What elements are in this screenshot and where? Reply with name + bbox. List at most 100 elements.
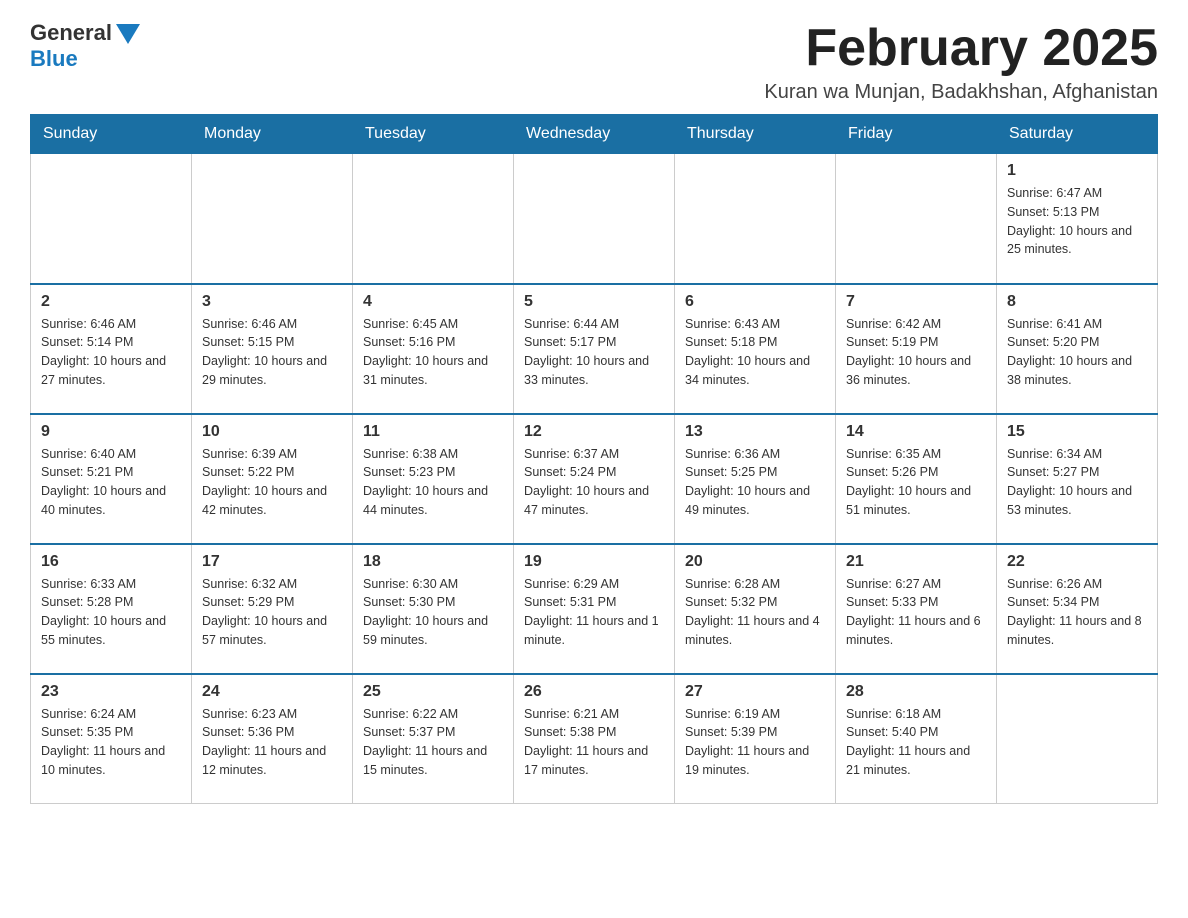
logo-blue: Blue (30, 46, 78, 72)
calendar-day-cell: 15 Sunrise: 6:34 AMSunset: 5:27 PMDayligh… (997, 414, 1158, 544)
day-number: 6 (685, 293, 825, 311)
day-number: 13 (685, 423, 825, 441)
calendar-day-cell: 20 Sunrise: 6:28 AMSunset: 5:32 PMDayligh… (675, 544, 836, 674)
day-info: Sunrise: 6:30 AMSunset: 5:30 PMDaylight:… (363, 575, 503, 650)
day-number: 28 (846, 683, 986, 701)
day-number: 3 (202, 293, 342, 311)
day-number: 16 (41, 553, 181, 571)
calendar-week-row: 23 Sunrise: 6:24 AMSunset: 5:35 PMDayligh… (31, 674, 1158, 804)
day-number: 17 (202, 553, 342, 571)
day-info: Sunrise: 6:19 AMSunset: 5:39 PMDaylight:… (685, 705, 825, 780)
day-number: 1 (1007, 162, 1147, 180)
day-number: 4 (363, 293, 503, 311)
header-saturday: Saturday (997, 115, 1158, 154)
header-friday: Friday (836, 115, 997, 154)
page-header: General Blue February 2025 Kuran wa Munj… (30, 20, 1158, 104)
day-number: 22 (1007, 553, 1147, 571)
day-number: 26 (524, 683, 664, 701)
calendar-week-row: 2 Sunrise: 6:46 AMSunset: 5:14 PMDaylight… (31, 284, 1158, 414)
calendar-day-cell (675, 154, 836, 284)
calendar-day-cell: 10 Sunrise: 6:39 AMSunset: 5:22 PMDayligh… (192, 414, 353, 544)
calendar-table: Sunday Monday Tuesday Wednesday Thursday… (30, 114, 1158, 804)
calendar-day-cell: 27 Sunrise: 6:19 AMSunset: 5:39 PMDayligh… (675, 674, 836, 804)
day-info: Sunrise: 6:33 AMSunset: 5:28 PMDaylight:… (41, 575, 181, 650)
day-number: 23 (41, 683, 181, 701)
calendar-day-cell (514, 154, 675, 284)
day-number: 10 (202, 423, 342, 441)
calendar-day-cell: 1 Sunrise: 6:47 AMSunset: 5:13 PMDaylight… (997, 154, 1158, 284)
day-info: Sunrise: 6:18 AMSunset: 5:40 PMDaylight:… (846, 705, 986, 780)
calendar-day-cell: 7 Sunrise: 6:42 AMSunset: 5:19 PMDaylight… (836, 284, 997, 414)
header-thursday: Thursday (675, 115, 836, 154)
calendar-day-cell: 13 Sunrise: 6:36 AMSunset: 5:25 PMDayligh… (675, 414, 836, 544)
calendar-day-cell: 11 Sunrise: 6:38 AMSunset: 5:23 PMDayligh… (353, 414, 514, 544)
day-number: 11 (363, 423, 503, 441)
day-info: Sunrise: 6:32 AMSunset: 5:29 PMDaylight:… (202, 575, 342, 650)
header-wednesday: Wednesday (514, 115, 675, 154)
day-info: Sunrise: 6:37 AMSunset: 5:24 PMDaylight:… (524, 445, 664, 520)
logo-general: General (30, 20, 112, 46)
calendar-week-row: 1 Sunrise: 6:47 AMSunset: 5:13 PMDaylight… (31, 154, 1158, 284)
location-subtitle: Kuran wa Munjan, Badakhshan, Afghanistan (764, 81, 1158, 104)
day-number: 2 (41, 293, 181, 311)
day-number: 9 (41, 423, 181, 441)
calendar-day-cell: 8 Sunrise: 6:41 AMSunset: 5:20 PMDaylight… (997, 284, 1158, 414)
day-number: 8 (1007, 293, 1147, 311)
day-info: Sunrise: 6:24 AMSunset: 5:35 PMDaylight:… (41, 705, 181, 780)
day-info: Sunrise: 6:38 AMSunset: 5:23 PMDaylight:… (363, 445, 503, 520)
day-info: Sunrise: 6:39 AMSunset: 5:22 PMDaylight:… (202, 445, 342, 520)
day-info: Sunrise: 6:41 AMSunset: 5:20 PMDaylight:… (1007, 315, 1147, 390)
day-info: Sunrise: 6:40 AMSunset: 5:21 PMDaylight:… (41, 445, 181, 520)
calendar-day-cell (353, 154, 514, 284)
calendar-day-cell: 25Sunrise: 6:22 AMSunset: 5:37 PMDayligh… (353, 674, 514, 804)
day-number: 12 (524, 423, 664, 441)
day-info: Sunrise: 6:26 AMSunset: 5:34 PMDaylight:… (1007, 575, 1147, 650)
header-sunday: Sunday (31, 115, 192, 154)
calendar-day-cell: 24 Sunrise: 6:23 AMSunset: 5:36 PMDayligh… (192, 674, 353, 804)
calendar-day-cell: 5Sunrise: 6:44 AMSunset: 5:17 PMDaylight… (514, 284, 675, 414)
day-number: 21 (846, 553, 986, 571)
day-info: Sunrise: 6:46 AMSunset: 5:15 PMDaylight:… (202, 315, 342, 390)
day-number: 7 (846, 293, 986, 311)
calendar-day-cell: 16 Sunrise: 6:33 AMSunset: 5:28 PMDayligh… (31, 544, 192, 674)
calendar-header-row: Sunday Monday Tuesday Wednesday Thursday… (31, 115, 1158, 154)
calendar-day-cell: 26 Sunrise: 6:21 AMSunset: 5:38 PMDayligh… (514, 674, 675, 804)
day-number: 20 (685, 553, 825, 571)
day-number: 19 (524, 553, 664, 571)
day-info: Sunrise: 6:22 AMSunset: 5:37 PMDaylight:… (363, 705, 503, 780)
day-info: Sunrise: 6:45 AMSunset: 5:16 PMDaylight:… (363, 315, 503, 390)
calendar-day-cell: 22 Sunrise: 6:26 AMSunset: 5:34 PMDayligh… (997, 544, 1158, 674)
day-info: Sunrise: 6:43 AMSunset: 5:18 PMDaylight:… (685, 315, 825, 390)
day-info: Sunrise: 6:34 AMSunset: 5:27 PMDaylight:… (1007, 445, 1147, 520)
calendar-day-cell: 2 Sunrise: 6:46 AMSunset: 5:14 PMDaylight… (31, 284, 192, 414)
day-number: 24 (202, 683, 342, 701)
calendar-day-cell: 12 Sunrise: 6:37 AMSunset: 5:24 PMDayligh… (514, 414, 675, 544)
calendar-day-cell (836, 154, 997, 284)
calendar-day-cell (192, 154, 353, 284)
day-info: Sunrise: 6:35 AMSunset: 5:26 PMDaylight:… (846, 445, 986, 520)
day-number: 14 (846, 423, 986, 441)
day-info: Sunrise: 6:21 AMSunset: 5:38 PMDaylight:… (524, 705, 664, 780)
day-info: Sunrise: 6:46 AMSunset: 5:14 PMDaylight:… (41, 315, 181, 390)
day-info: Sunrise: 6:29 AMSunset: 5:31 PMDaylight:… (524, 575, 664, 650)
day-info: Sunrise: 6:42 AMSunset: 5:19 PMDaylight:… (846, 315, 986, 390)
title-section: February 2025 Kuran wa Munjan, Badakhsha… (764, 20, 1158, 104)
header-tuesday: Tuesday (353, 115, 514, 154)
day-info: Sunrise: 6:47 AMSunset: 5:13 PMDaylight:… (1007, 184, 1147, 259)
calendar-day-cell: 9 Sunrise: 6:40 AMSunset: 5:21 PMDaylight… (31, 414, 192, 544)
month-title: February 2025 (764, 20, 1158, 77)
calendar-day-cell: 4 Sunrise: 6:45 AMSunset: 5:16 PMDaylight… (353, 284, 514, 414)
day-number: 15 (1007, 423, 1147, 441)
calendar-day-cell: 3 Sunrise: 6:46 AMSunset: 5:15 PMDaylight… (192, 284, 353, 414)
day-info: Sunrise: 6:27 AMSunset: 5:33 PMDaylight:… (846, 575, 986, 650)
day-number: 5 (524, 293, 664, 311)
header-monday: Monday (192, 115, 353, 154)
calendar-day-cell: 23 Sunrise: 6:24 AMSunset: 5:35 PMDayligh… (31, 674, 192, 804)
day-number: 27 (685, 683, 825, 701)
calendar-day-cell (997, 674, 1158, 804)
day-info: Sunrise: 6:28 AMSunset: 5:32 PMDaylight:… (685, 575, 825, 650)
day-info: Sunrise: 6:36 AMSunset: 5:25 PMDaylight:… (685, 445, 825, 520)
calendar-day-cell: 14 Sunrise: 6:35 AMSunset: 5:26 PMDayligh… (836, 414, 997, 544)
calendar-day-cell: 28 Sunrise: 6:18 AMSunset: 5:40 PMDayligh… (836, 674, 997, 804)
day-info: Sunrise: 6:23 AMSunset: 5:36 PMDaylight:… (202, 705, 342, 780)
